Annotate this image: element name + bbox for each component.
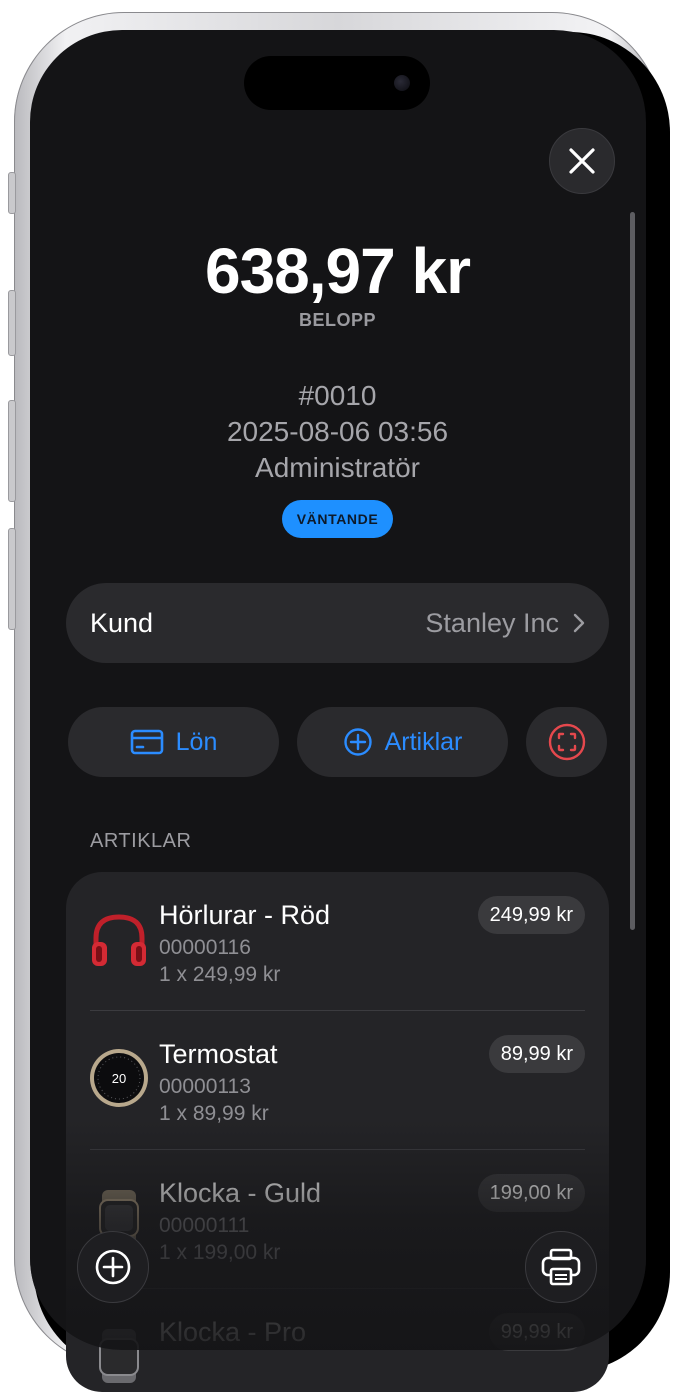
dynamic-island [244,56,430,110]
item-name: Hörlurar - Röd [159,900,331,930]
item-name: Klocka - Guld [159,1178,322,1208]
item-price: 89,99 kr [488,1035,585,1073]
item-name: Klocka - Pro [159,1317,307,1347]
headphones-icon [88,908,150,970]
camera-icon [394,75,410,91]
status-badge: VÄNTANDE [282,500,393,538]
list-item[interactable]: Hörlurar - Röd 00000116 1 x 249,99 kr 24… [66,872,609,1011]
credit-card-icon [130,729,163,755]
printer-icon [541,1248,581,1286]
item-price: 199,00 kr [477,1174,585,1212]
items-list: Hörlurar - Röd 00000116 1 x 249,99 kr 24… [66,872,609,1392]
scan-icon [548,723,585,761]
pay-button-label: Lön [175,727,218,756]
list-item[interactable]: 20 Termostat 00000113 1 x 89,99 kr 89,99… [66,1011,609,1150]
amount-label: BELOPP [298,310,376,330]
item-sku: 00000113 [159,1075,251,1098]
thermostat-reading: 20 [112,1071,126,1086]
plus-circle-icon [343,728,372,756]
item-sku: 00000111 [159,1214,250,1237]
order-amount: 638,97 kr [204,235,471,307]
customer-row[interactable]: Kund Stanley Inc [66,583,609,663]
pay-button[interactable]: Lön [68,707,279,777]
add-fab-button[interactable] [77,1231,149,1303]
watch-icon [88,1325,150,1387]
item-name: Termostat [159,1039,278,1069]
item-price: 99,99 kr [488,1313,585,1351]
action-button [8,172,16,214]
close-icon [569,148,595,174]
item-sku: 00000116 [159,936,251,959]
scan-button[interactable] [526,707,607,777]
customer-value: Stanley Inc [425,607,559,638]
plus-circle-icon [95,1249,131,1285]
list-item[interactable]: Klocka - Pro 99,99 kr [66,1289,609,1392]
order-number: #0010 [298,380,377,411]
item-quantity: 1 x 89,99 kr [159,1102,269,1125]
item-quantity: 1 x 199,00 kr [159,1241,281,1264]
item-price: 249,99 kr [477,896,585,934]
order-datetime: 2025-08-06 03:56 [226,416,449,447]
chevron-right-icon [573,613,585,633]
customer-label: Kund [90,607,154,638]
close-button[interactable] [549,128,615,194]
section-title-items: ARTIKLAR [90,830,192,852]
side-button-left [8,528,16,630]
add-items-label: Artiklar [384,727,463,756]
print-button[interactable] [525,1231,597,1303]
item-quantity: 1 x 249,99 kr [159,963,281,986]
thermostat-icon: 20 [88,1047,150,1109]
add-items-button[interactable]: Artiklar [297,707,508,777]
order-user: Administratör [255,452,420,483]
